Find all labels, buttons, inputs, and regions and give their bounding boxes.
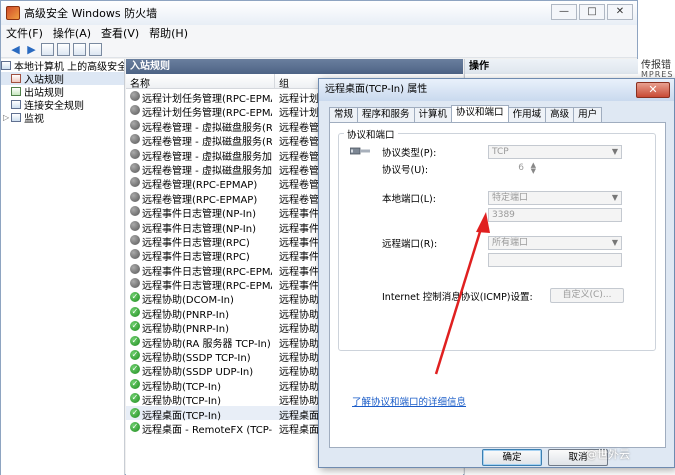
inbound-rules-icon <box>11 74 21 83</box>
disabled-rule-icon <box>130 234 140 245</box>
tab-protocols-ports[interactable]: 协议和端口 <box>451 105 509 122</box>
column-separator[interactable] <box>274 74 275 89</box>
console-tree-icon[interactable] <box>41 42 54 56</box>
expand-arrow-icon[interactable]: ▷ <box>3 113 11 122</box>
column-name[interactable]: 名称 <box>130 75 150 90</box>
monitoring-icon <box>11 113 21 122</box>
close-button[interactable]: ✕ <box>607 4 633 20</box>
enabled-check-icon: ✓ <box>130 378 140 389</box>
help-icon[interactable] <box>73 42 86 56</box>
enabled-check-icon: ✓ <box>130 292 140 303</box>
rule-group: 远程桌面 <box>279 424 319 436</box>
tab-computers[interactable]: 计算机 <box>413 107 453 122</box>
window-titlebar: 高级安全 Windows 防火墙 — □ ✕ <box>1 1 637 25</box>
icmp-customize-button[interactable]: 自定义(C)... <box>550 288 624 303</box>
disabled-rule-icon <box>130 263 140 274</box>
tree-item-monitoring[interactable]: ▷ 监视 <box>1 111 124 125</box>
connection-security-icon <box>11 100 21 109</box>
disabled-rule-icon <box>130 220 140 231</box>
local-port-input[interactable]: 3389 <box>488 208 622 222</box>
menu-file[interactable]: 文件(F) <box>1 25 48 41</box>
disabled-rule-icon <box>130 148 140 159</box>
console-tree: 本地计算机 上的高级安全 入站规则 出站规则 连接安全规则 ▷ 监视 <box>1 59 125 475</box>
protocol-type-select[interactable]: TCP ▼ <box>488 145 622 159</box>
disabled-rule-icon <box>130 191 140 202</box>
rule-name: 远程桌面 - RemoteFX (TCP-In) <box>142 424 272 436</box>
screen: 传报错 MPRES 高级安全 Windows 防火墙 — □ ✕ 文件(F) 操… <box>0 0 675 475</box>
dialog-close-button[interactable]: ✕ <box>636 82 670 98</box>
action-pane-icon[interactable] <box>89 42 102 56</box>
enabled-check-icon: ✓ <box>130 321 140 332</box>
firewall-icon <box>6 6 20 20</box>
local-port-select[interactable]: 特定端口 ▼ <box>488 191 622 205</box>
enabled-check-icon: ✓ <box>130 306 140 317</box>
tree-item-connection-security[interactable]: 连接安全规则 <box>1 98 124 112</box>
enabled-check-icon: ✓ <box>130 335 140 346</box>
background-text: 传报错 <box>641 60 671 71</box>
dialog-tabs: 常规 程序和服务 计算机 协议和端口 作用域 高级 用户 <box>329 105 603 122</box>
chevron-down-icon: ▼ <box>611 147 618 156</box>
protocol-number-label: 协议号(U): <box>382 165 429 176</box>
enabled-check-icon: ✓ <box>130 364 140 375</box>
enabled-check-icon: ✓ <box>130 393 140 404</box>
icmp-label: Internet 控制消息协议(ICMP)设置: <box>382 292 533 303</box>
window-title: 高级安全 Windows 防火墙 <box>24 7 158 20</box>
network-cable-icon <box>350 147 370 155</box>
ok-button[interactable]: 确定 <box>482 449 542 466</box>
outbound-rules-icon <box>11 87 21 96</box>
toolbar: ◀ ▶ <box>1 41 637 58</box>
group-label: 协议和端口 <box>344 127 398 141</box>
chevron-down-icon: ▼ <box>611 238 618 247</box>
spin-arrows-icon[interactable]: ▲ ▼ <box>531 162 536 175</box>
disabled-rule-icon <box>130 206 140 217</box>
enabled-check-icon: ✓ <box>130 407 140 418</box>
tab-content: 协议和端口 协议类型(P): TCP ▼ 协议号(U): 6 ▲ ▼ 本地端口(L… <box>329 122 666 448</box>
minimize-button[interactable]: — <box>551 4 577 20</box>
remote-port-input[interactable] <box>488 253 622 267</box>
remote-port-select[interactable]: 所有端口 ▼ <box>488 236 622 250</box>
disabled-rule-icon <box>130 177 140 188</box>
actions-header: 操作 <box>465 59 638 74</box>
learn-more-link[interactable]: 了解协议和端口的详细信息 <box>352 394 466 408</box>
dialog-title: 远程桌面(TCP-In) 属性 <box>319 79 674 101</box>
menu-bar: 文件(F) 操作(A) 查看(V) 帮助(H) <box>1 25 637 41</box>
disabled-rule-icon <box>130 119 140 130</box>
forward-arrow-icon[interactable]: ▶ <box>25 43 38 56</box>
menu-view[interactable]: 查看(V) <box>96 25 144 41</box>
tab-scope[interactable]: 作用域 <box>507 107 547 122</box>
tab-advanced[interactable]: 高级 <box>545 107 575 122</box>
tab-programs-services[interactable]: 程序和服务 <box>357 107 415 122</box>
properties-dialog: 远程桌面(TCP-In) 属性 ✕ 常规 程序和服务 计算机 协议和端口 作用域… <box>318 78 675 468</box>
enabled-check-icon: ✓ <box>130 350 140 361</box>
disabled-rule-icon <box>130 249 140 260</box>
disabled-rule-icon <box>130 134 140 145</box>
properties-icon[interactable] <box>57 42 70 56</box>
disabled-rule-icon <box>130 278 140 289</box>
menu-help[interactable]: 帮助(H) <box>144 25 193 41</box>
chevron-down-icon: ▼ <box>611 193 618 202</box>
maximize-button[interactable]: □ <box>579 4 605 20</box>
remote-port-label: 远程端口(R): <box>382 239 438 250</box>
disabled-rule-icon <box>130 105 140 116</box>
column-group[interactable]: 组 <box>279 75 289 90</box>
protocol-number-stepper[interactable]: 6 ▲ ▼ <box>488 162 538 176</box>
menu-action[interactable]: 操作(A) <box>48 25 96 41</box>
back-arrow-icon[interactable]: ◀ <box>9 43 22 56</box>
enabled-check-icon: ✓ <box>130 421 140 432</box>
computer-icon <box>1 61 11 70</box>
protocol-type-label: 协议类型(P): <box>382 148 437 159</box>
disabled-rule-icon <box>130 162 140 173</box>
local-port-label: 本地端口(L): <box>382 194 436 205</box>
tab-users[interactable]: 用户 <box>573 107 603 122</box>
tab-general[interactable]: 常规 <box>329 107 359 122</box>
list-pane-header: 入站规则 <box>126 59 463 74</box>
watermark-text: @世外云 <box>586 448 630 461</box>
disabled-rule-icon <box>130 91 140 101</box>
